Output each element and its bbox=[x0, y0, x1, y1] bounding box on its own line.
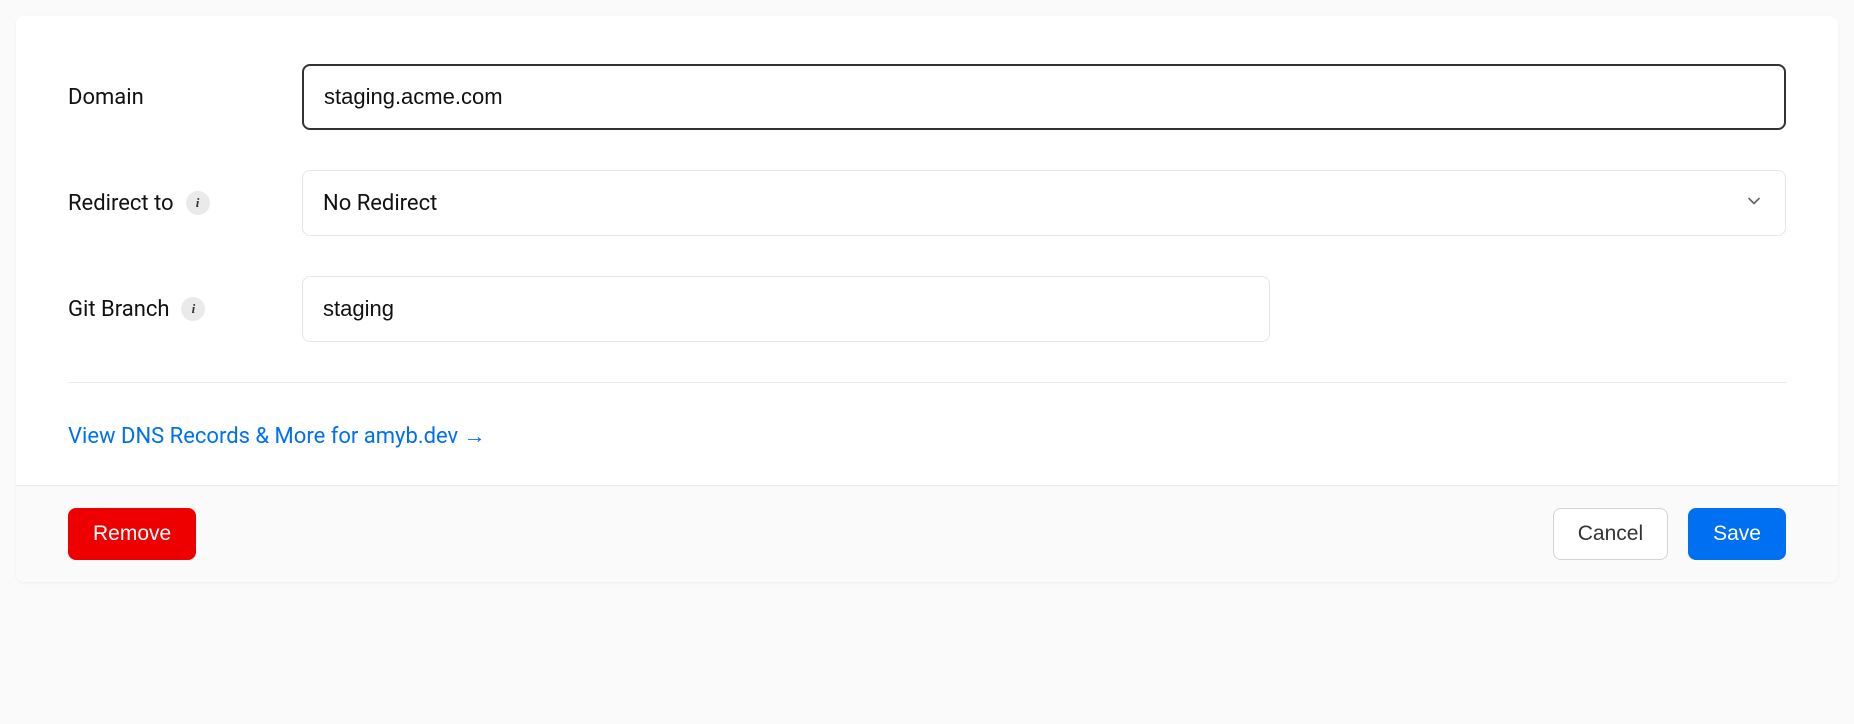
git-branch-row: Git Branch i bbox=[68, 276, 1786, 342]
domain-input-col bbox=[302, 64, 1786, 130]
domain-row: Domain bbox=[68, 64, 1786, 130]
form-body: Domain Redirect to i No Redirect bbox=[16, 16, 1838, 485]
redirect-label: Redirect to bbox=[68, 191, 174, 216]
redirect-label-col: Redirect to i bbox=[68, 191, 302, 216]
dns-link-text: View DNS Records & More for amyb.dev → bbox=[68, 423, 486, 449]
redirect-input-col: No Redirect bbox=[302, 170, 1786, 236]
redirect-selected-value: No Redirect bbox=[323, 191, 437, 216]
footer-right: Cancel Save bbox=[1553, 508, 1786, 560]
dns-records-link[interactable]: View DNS Records & More for amyb.dev → bbox=[68, 423, 486, 449]
redirect-row: Redirect to i No Redirect bbox=[68, 170, 1786, 236]
card-footer: Remove Cancel Save bbox=[16, 485, 1838, 582]
git-branch-input[interactable] bbox=[302, 276, 1270, 342]
git-branch-label-col: Git Branch i bbox=[68, 297, 302, 322]
domain-label-col: Domain bbox=[68, 85, 302, 110]
info-icon[interactable]: i bbox=[186, 191, 210, 215]
redirect-select[interactable]: No Redirect bbox=[302, 170, 1786, 236]
redirect-select-wrap: No Redirect bbox=[302, 170, 1786, 236]
git-branch-input-col bbox=[302, 276, 1270, 342]
domain-input[interactable] bbox=[302, 64, 1786, 130]
info-icon[interactable]: i bbox=[181, 297, 205, 321]
domain-settings-card: Domain Redirect to i No Redirect bbox=[16, 16, 1838, 582]
save-button[interactable]: Save bbox=[1688, 508, 1786, 560]
git-branch-label: Git Branch bbox=[68, 297, 169, 322]
domain-label: Domain bbox=[68, 85, 144, 110]
remove-button[interactable]: Remove bbox=[68, 508, 196, 560]
divider bbox=[68, 382, 1786, 383]
cancel-button[interactable]: Cancel bbox=[1553, 508, 1668, 560]
